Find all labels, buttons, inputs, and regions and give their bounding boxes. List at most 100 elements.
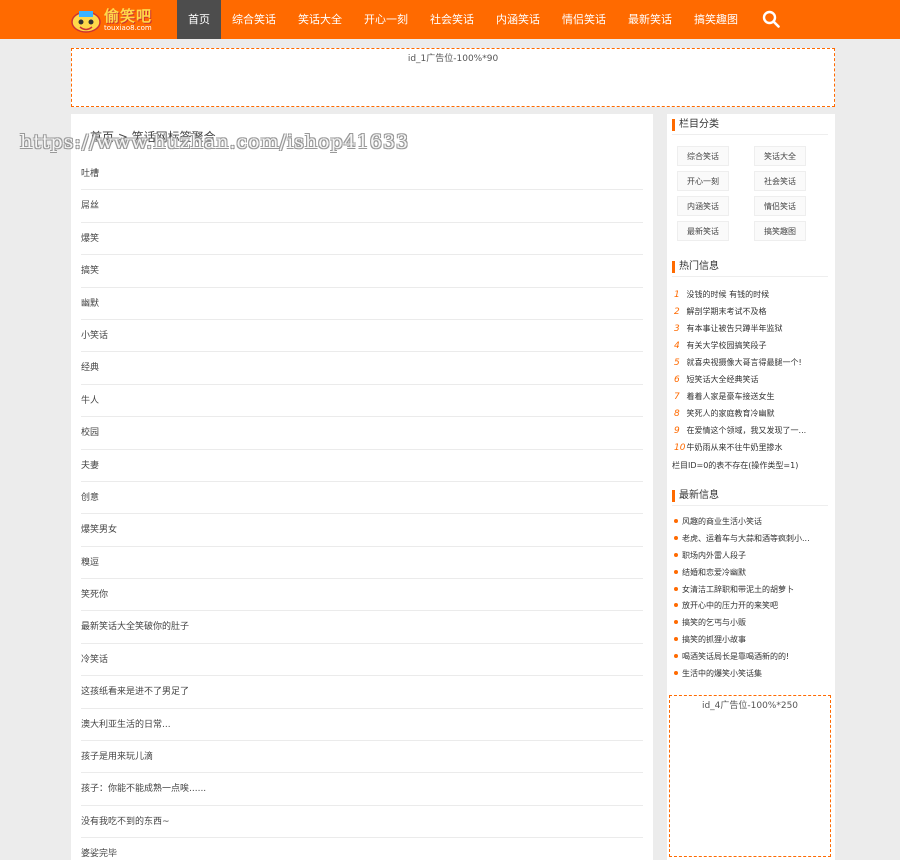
new-item[interactable]: 女清洁工辞职和带泥土的胡萝卜 [674, 582, 832, 599]
nav-item[interactable]: 笑话大全 [287, 0, 353, 39]
tag-link[interactable]: 吐槽 [81, 158, 643, 191]
hot-item[interactable]: 9 在爱情这个领域，我又发现了一... [674, 422, 832, 439]
hot-item[interactable]: 3 有本事让被告只蹲半年监狱 [674, 320, 832, 337]
hot-rank: 10 [674, 443, 686, 453]
tag-link[interactable]: 这孩纸看来是进不了男足了 [81, 676, 643, 709]
new-item[interactable]: 结婚和恋爱冷幽默 [674, 565, 832, 582]
new-item-label: 放开心中的压力开的来笑吧 [682, 601, 778, 611]
hot-item[interactable]: 4 有关大学校园搞笑段子 [674, 337, 832, 354]
sidebar: 栏目分类 综合笑话 笑话大全 开心一刻 社会笑话 内涵笑话 情侣笑话 最新笑话 搞笑趣图 热门… [667, 114, 835, 860]
tag-link[interactable]: 校园 [81, 417, 643, 450]
tag-link[interactable]: 笑死你 [81, 579, 643, 612]
category-button[interactable]: 综合笑话 [677, 146, 729, 166]
tag-link[interactable]: 小笑话 [81, 320, 643, 353]
hot-rank: 1 [674, 290, 680, 300]
nav-item[interactable]: 搞笑趣图 [683, 0, 749, 39]
new-item-label: 风趣的商业生活小笑话 [682, 517, 762, 526]
tag-link[interactable]: 糗逗 [81, 547, 643, 580]
hot-item-label: 着着人家是豪车接送女生 [686, 392, 775, 401]
tag-list: 吐槽 屌丝 爆笑 搞笑 幽默 小笑话 经典 牛人 校园 夫妻 创意 爆笑男女 糗逗 笑死你 最新笑话大全笑破… [81, 158, 643, 860]
hot-item-label: 笑死人的家庭教育冷幽默 [686, 409, 775, 418]
nav-item[interactable]: 首页 [177, 0, 221, 39]
category-button[interactable]: 最新笑话 [677, 221, 729, 241]
tag-link[interactable]: 经典 [81, 352, 643, 385]
tag-aggregate-panel: 首页 > 笑话网标签聚合 吐槽 屌丝 爆笑 搞笑 幽默 小笑话 经典 牛人 校园 夫妻 创意 爆笑男女… [71, 114, 653, 860]
category-button[interactable]: 内涵笑话 [677, 196, 729, 216]
hot-item[interactable]: 5 就喜央视摄像大哥言得最腿一个! [674, 354, 832, 371]
side-ad-slot[interactable]: id_4广告位-100%*250 [669, 695, 831, 857]
new-item-label: 老虎、运着车与大蒜和酒等疯刺小... [682, 533, 810, 543]
hot-item-label: 就喜央视摄像大哥言得最腿一个! [686, 358, 802, 367]
new-item[interactable]: 老虎、运着车与大蒜和酒等疯刺小... [674, 531, 832, 548]
nav-menu: 首页 综合笑话 笑话大全 开心一刻 社会笑话 内涵笑话 情侣笑话 最新笑话 搞笑趣图 [177, 0, 749, 39]
hot-item[interactable]: 8 笑死人的家庭教育冷幽默 [674, 405, 832, 422]
side-ad-label: id_4广告位-100%*250 [701, 701, 799, 711]
bullet-icon [674, 552, 678, 557]
new-item[interactable]: 生活中的爆笑小笑话集 [674, 666, 832, 683]
new-item[interactable]: 放开心中的压力开的来笑吧 [674, 598, 832, 615]
hot-item[interactable]: 6 短笑话大全经典笑话 [674, 371, 832, 388]
tag-link[interactable]: 幽默 [81, 288, 643, 320]
hot-rank: 2 [674, 307, 680, 317]
tag-link[interactable]: 孩子：你能不能成熟一点唉...... [81, 773, 643, 806]
bullet-icon [674, 620, 678, 625]
new-title: 最新信息 [672, 490, 719, 502]
nav-item[interactable]: 开心一刻 [353, 0, 419, 39]
hot-item[interactable]: 1 没钱的时候 有钱的时候 [674, 286, 832, 303]
new-item-label: 喝酒笑话局长是靠喝酒新的的! [682, 652, 790, 662]
new-item-label: 职场内外雷人段子 [682, 550, 746, 560]
hot-rank: 6 [674, 375, 680, 385]
new-item[interactable]: 职场内外雷人段子 [674, 548, 832, 565]
tag-link[interactable]: 爆笑男女 [81, 514, 643, 547]
new-item[interactable]: 搞笑的抓狸小故事 [674, 632, 832, 649]
bullet-icon [674, 671, 678, 676]
new-item[interactable]: 风趣的商业生活小笑话 [674, 514, 832, 531]
bullet-icon [674, 535, 678, 540]
new-item[interactable]: 喝酒笑话局长是靠喝酒新的的! [674, 649, 832, 666]
nav-item[interactable]: 最新笑话 [617, 0, 683, 39]
nav-item[interactable]: 内涵笑话 [485, 0, 551, 39]
bullet-icon [674, 586, 678, 591]
hot-item[interactable]: 7 着着人家是豪车接送女生 [674, 388, 832, 405]
hot-rank: 8 [674, 409, 680, 419]
category-button[interactable]: 情侣笑话 [754, 196, 806, 216]
tag-link[interactable]: 冷笑话 [81, 644, 643, 677]
category-button[interactable]: 搞笑趣图 [754, 221, 806, 241]
bullet-icon [674, 637, 678, 642]
hot-item[interactable]: 2 解剖学期末考试不及格 [674, 303, 832, 320]
hot-item[interactable]: 10 牛奶雨从来不往牛奶里掺水 [674, 439, 832, 456]
tag-link[interactable]: 夫妻 [81, 450, 643, 482]
new-item[interactable]: 搞笑的乞丐与小贩 [674, 615, 832, 632]
tag-link[interactable]: 没有我吃不到的东西~ [81, 806, 643, 839]
hot-error-text: 栏目ID=0的表不存在(操作类型=1) [672, 461, 799, 470]
tag-link[interactable]: 婆娑完毕 [81, 838, 643, 860]
bullet-icon [674, 519, 678, 523]
nav-item[interactable]: 社会笑话 [419, 0, 485, 39]
nav-item[interactable]: 综合笑话 [221, 0, 287, 39]
category-button[interactable]: 开心一刻 [677, 171, 729, 191]
new-item-label: 生活中的爆笑小笑话集 [682, 669, 762, 679]
search-icon[interactable] [762, 10, 780, 28]
tag-link[interactable]: 创意 [81, 482, 643, 515]
category-button[interactable]: 社会笑话 [754, 171, 806, 191]
nav-item[interactable]: 情侣笑话 [551, 0, 617, 39]
divider [672, 134, 828, 135]
hot-item-label: 有本事让被告只蹲半年监狱 [686, 324, 783, 333]
tag-link[interactable]: 搞笑 [81, 255, 643, 288]
new-item-label: 搞笑的乞丐与小贩 [682, 618, 746, 628]
hot-rank: 3 [674, 324, 680, 334]
tag-link[interactable]: 澳大利亚生活的日常... [81, 709, 643, 742]
site-logo[interactable]: 偷笑吧 touxiao8.com [70, 5, 162, 35]
tag-link[interactable]: 最新笑话大全笑破你的肚子 [81, 611, 643, 644]
tag-link[interactable]: 牛人 [81, 385, 643, 418]
hot-item-label: 没钱的时候 有钱的时候 [686, 290, 770, 299]
category-button[interactable]: 笑话大全 [754, 146, 806, 166]
tag-link[interactable]: 孩子是用来玩儿滴 [81, 741, 643, 774]
new-item-label: 搞笑的抓狸小故事 [682, 635, 746, 645]
top-ad-slot[interactable]: id_1广告位-100%*90 [71, 48, 835, 107]
tag-link[interactable]: 爆笑 [81, 223, 643, 256]
bullet-icon [674, 569, 678, 574]
breadcrumb: 首页 > 笑话网标签聚合 [90, 130, 216, 144]
hot-list: 1 没钱的时候 有钱的时候 2 解剖学期末考试不及格 3 有本事让被告只蹲半年监狱 4… [674, 286, 832, 456]
tag-link[interactable]: 屌丝 [81, 190, 643, 223]
